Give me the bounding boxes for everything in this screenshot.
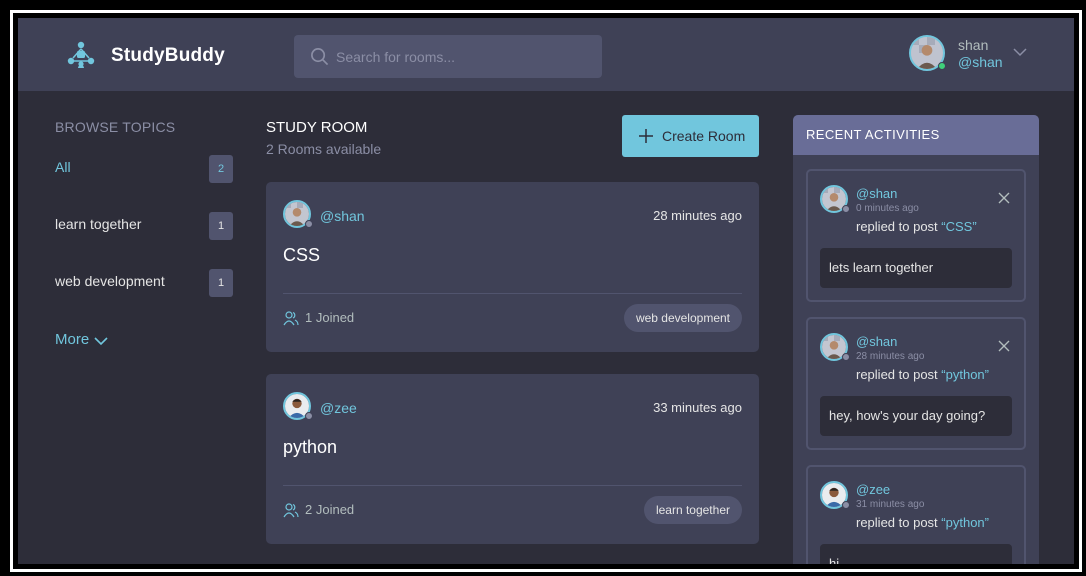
activity-timestamp: 28 minutes ago <box>856 351 925 362</box>
room-timestamp: 28 minutes ago <box>653 208 742 223</box>
room-timestamp: 33 minutes ago <box>653 400 742 415</box>
search-icon <box>310 47 329 66</box>
activity-item: @zee 31 minutes ago replied to post “pyt… <box>806 465 1026 564</box>
activity-message-text: hi <box>829 556 840 564</box>
people-network-icon[interactable] <box>66 40 96 70</box>
activity-action: replied to post <box>856 515 938 530</box>
topic-item-all[interactable]: All 2 <box>55 155 233 185</box>
browse-topics-title: Browse Topics <box>55 119 176 135</box>
screenshot-frame: StudyBuddy Search for rooms... shan @sha… <box>0 0 1086 576</box>
activity-timestamp: 31 minutes ago <box>856 499 925 510</box>
activity-action: replied to post <box>856 367 938 382</box>
search-input[interactable] <box>336 35 591 78</box>
divider <box>283 293 742 294</box>
create-room-label: Create Room <box>662 128 746 144</box>
activity-user[interactable]: @zee <box>856 482 890 497</box>
topic-label: All <box>55 159 71 175</box>
users-icon <box>283 310 299 326</box>
user-handle[interactable]: @shan <box>958 54 1003 70</box>
topic-label: learn together <box>55 216 142 232</box>
topic-item-learn-together[interactable]: learn together 1 <box>55 212 233 242</box>
brand-name[interactable]: StudyBuddy <box>111 45 225 67</box>
joined-count: 2 Joined <box>305 502 355 517</box>
activity-post-link[interactable]: “python” <box>941 367 989 382</box>
status-dot <box>842 353 850 361</box>
status-dot <box>305 220 313 228</box>
recent-activities-title: RECENT ACTIVITIES <box>806 127 940 142</box>
divider <box>283 485 742 486</box>
chevron-down-icon[interactable] <box>94 334 108 348</box>
screenshot-border: StudyBuddy Search for rooms... shan @sha… <box>10 10 1082 572</box>
activity-item: @shan 0 minutes ago replied to post “CSS… <box>806 169 1026 302</box>
page-title: STUDY ROOM <box>266 119 368 136</box>
activity-message-text: lets learn together <box>829 260 934 275</box>
close-icon[interactable] <box>998 339 1010 352</box>
activity-message-text: hey, how's your day going? <box>829 408 986 423</box>
room-name[interactable]: python <box>283 437 337 458</box>
activity-description: replied to post “python” <box>856 367 989 382</box>
chevron-down-icon[interactable] <box>1013 45 1027 59</box>
activity-message: hi <box>820 544 1012 564</box>
room-topic-tag[interactable]: learn together <box>643 496 742 524</box>
recent-activities-header: RECENT ACTIVITIES <box>793 115 1039 155</box>
topic-count-badge: 2 <box>209 155 233 183</box>
app-window: StudyBuddy Search for rooms... shan @sha… <box>18 18 1074 564</box>
status-dot <box>842 501 850 509</box>
joined-count: 1 Joined <box>305 310 355 325</box>
activity-description: replied to post “python” <box>856 515 989 530</box>
search-bar <box>294 35 602 78</box>
create-room-button[interactable]: Create Room <box>622 115 759 157</box>
activity-post-link[interactable]: “CSS” <box>941 219 976 234</box>
topic-count-badge: 1 <box>209 212 233 240</box>
rooms-count: 2 Rooms available <box>266 141 382 157</box>
users-icon <box>283 502 299 518</box>
user-name[interactable]: shan <box>958 37 988 53</box>
activity-item: @shan 28 minutes ago replied to post “py… <box>806 317 1026 450</box>
activity-user[interactable]: @shan <box>856 186 897 201</box>
room-topic-tag[interactable]: web development <box>623 304 742 332</box>
room-name[interactable]: CSS <box>283 245 320 266</box>
topic-label: web development <box>55 273 165 289</box>
status-dot <box>305 412 313 420</box>
online-status-dot <box>938 62 946 70</box>
activity-description: replied to post “CSS” <box>856 219 977 234</box>
activity-message: lets learn together <box>820 248 1012 288</box>
more-topics-link[interactable]: More <box>55 331 89 348</box>
room-card[interactable]: @shan 28 minutes ago CSS 1 Joined web de… <box>266 182 759 352</box>
top-navbar: StudyBuddy Search for rooms... shan @sha… <box>18 18 1074 91</box>
activity-user[interactable]: @shan <box>856 334 897 349</box>
activity-post-link[interactable]: “python” <box>941 515 989 530</box>
room-host[interactable]: @shan <box>320 208 365 224</box>
topic-item-web-development[interactable]: web development 1 <box>55 269 233 299</box>
room-host[interactable]: @zee <box>320 400 357 416</box>
room-card[interactable]: @zee 33 minutes ago python 2 Joined lear… <box>266 374 759 544</box>
activity-timestamp: 0 minutes ago <box>856 203 919 214</box>
recent-activities-panel: RECENT ACTIVITIES @shan 0 minutes ago re… <box>793 115 1039 564</box>
status-dot <box>842 205 850 213</box>
activity-message: hey, how's your day going? <box>820 396 1012 436</box>
close-icon[interactable] <box>998 191 1010 204</box>
activity-action: replied to post <box>856 219 938 234</box>
plus-icon <box>639 129 653 143</box>
topic-count-badge: 1 <box>209 269 233 297</box>
